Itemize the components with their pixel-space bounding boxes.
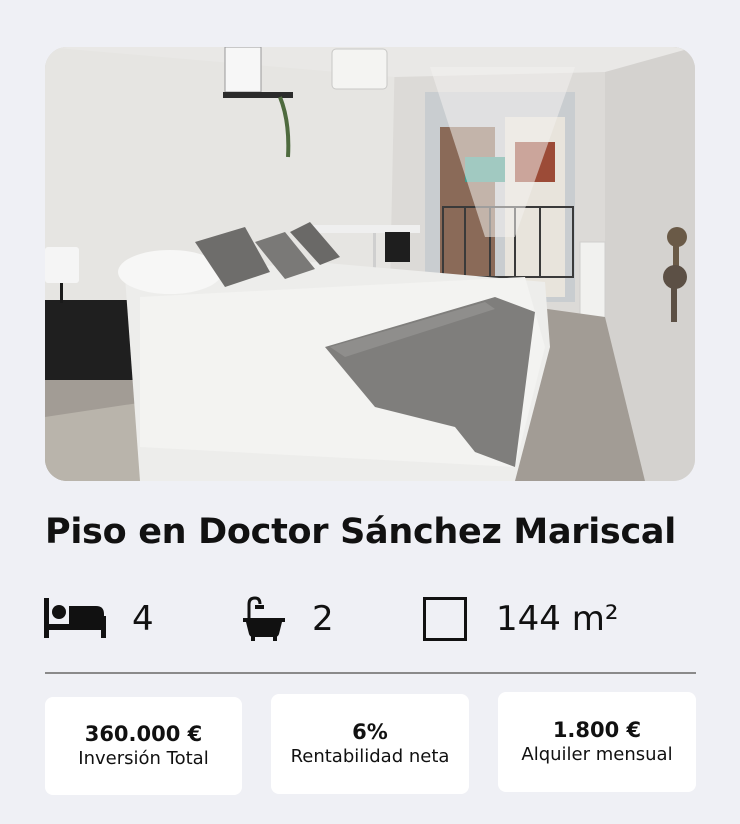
rent-label: Alquiler mensual — [521, 743, 673, 765]
listing-title: Piso en Doctor Sánchez Mariscal — [45, 512, 676, 552]
area-value: 144 m² — [496, 599, 619, 639]
divider — [45, 672, 696, 674]
stat-card-rent: 1.800 € Alquiler mensual — [498, 692, 696, 792]
bedrooms-feature: 4 — [44, 596, 154, 642]
bathtub-icon — [243, 596, 285, 642]
bedroom-image — [45, 47, 695, 481]
area-feature: 144 m² — [423, 596, 618, 642]
rent-value: 1.800 € — [552, 717, 642, 742]
bathrooms-feature: 2 — [243, 596, 334, 642]
bathrooms-count: 2 — [312, 599, 334, 639]
area-square-icon — [423, 596, 467, 642]
listing-photo — [45, 47, 695, 481]
yield-value: 6% — [352, 719, 388, 744]
stat-card-investment: 360.000 € Inversión Total — [45, 697, 242, 795]
yield-label: Rentabilidad neta — [290, 745, 450, 767]
investment-label: Inversión Total — [78, 747, 209, 769]
investment-value: 360.000 € — [84, 721, 203, 746]
bedrooms-count: 4 — [132, 599, 154, 639]
stat-card-yield: 6% Rentabilidad neta — [271, 694, 469, 794]
bed-icon — [44, 596, 106, 642]
